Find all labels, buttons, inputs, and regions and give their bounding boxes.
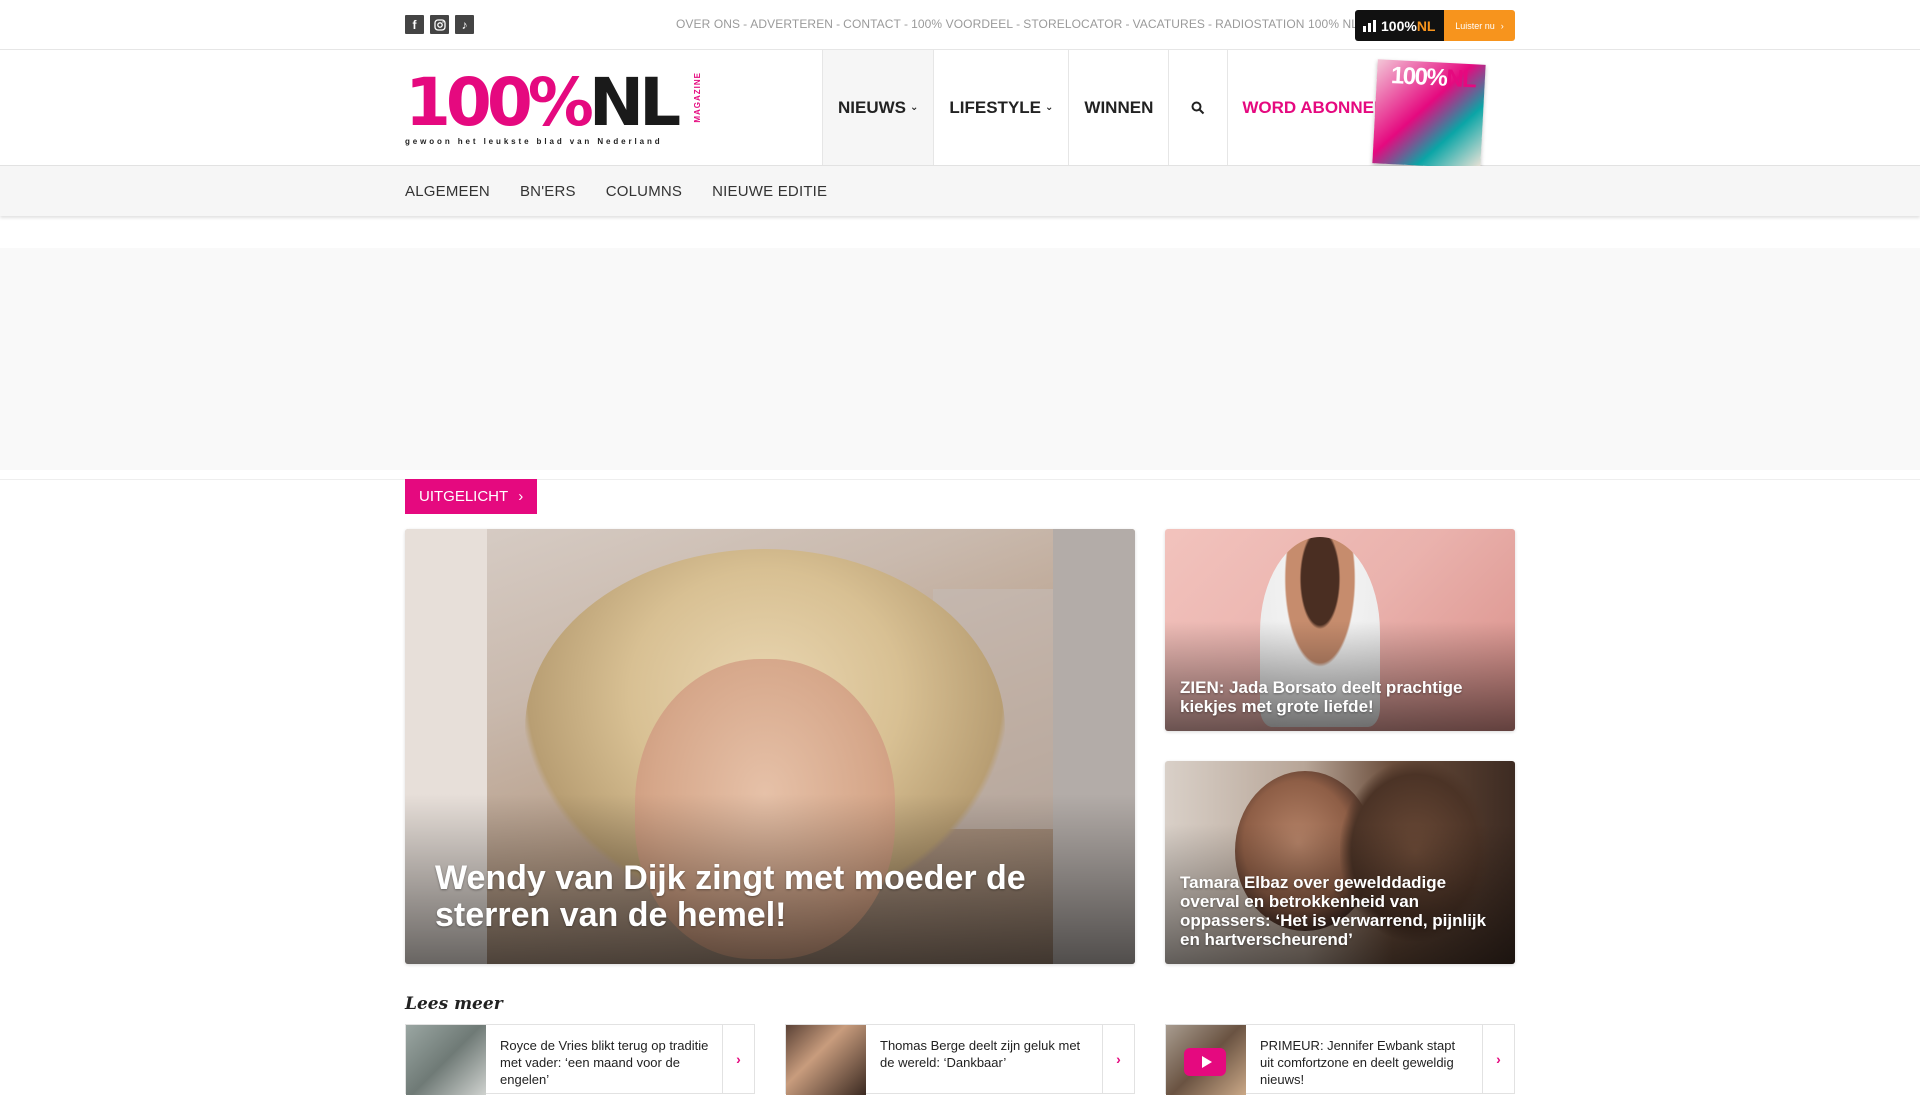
subnav-item-nieuwe-editie[interactable]: NIEUWE EDITIE — [712, 183, 827, 200]
top-link-vacatures[interactable]: VACATURES — [1133, 17, 1205, 31]
ad-banner-area — [0, 248, 1920, 470]
tiktok-icon[interactable]: ♪ — [455, 15, 474, 34]
uitgelicht-badge[interactable]: UITGELICHT › — [405, 479, 538, 514]
featured-article-side[interactable]: Tamara Elbaz over gewelddadige overval e… — [1165, 761, 1515, 964]
instagram-glyph — [433, 18, 446, 31]
top-links: OVER ONS - ADVERTEREN - CONTACT -100% VOORDEE… — [676, 17, 1358, 31]
top-bar: f ♪ OVER ONS - ADVERTEREN - CONTACT -100% VOO… — [0, 0, 1920, 50]
social-links: f ♪ — [405, 15, 474, 34]
cover-title: 100%NL — [1390, 61, 1476, 94]
section-divider — [0, 479, 1920, 480]
separator: - — [743, 17, 748, 31]
article-thumbnail — [786, 1025, 866, 1095]
magazine-cover[interactable]: 100%NL — [1372, 59, 1486, 169]
article-title: Royce de Vries blikt terug op traditie m… — [500, 1038, 709, 1087]
logo-tagline: gewoon het leukste blad van Nederland — [405, 137, 663, 146]
top-link-voordeel[interactable]: 100% VOORDEEL — [911, 17, 1013, 31]
radio-cta: Luister nu › — [1444, 10, 1515, 41]
search-icon — [1191, 101, 1205, 114]
nav-item-lifestyle[interactable]: LIFESTYLE ⌄ — [933, 50, 1068, 165]
chevron-down-icon: ⌄ — [1045, 102, 1054, 113]
separator: - — [1125, 17, 1130, 31]
logo-wordmark: 100%NL — [405, 64, 681, 141]
site-logo[interactable]: 100%NL MAGAZINE gewoon het leukste blad … — [405, 70, 705, 150]
article-title: PRIMEUR: Jennifer Ewbank stapt uit comfo… — [1260, 1038, 1456, 1087]
separator: - — [1016, 17, 1021, 31]
featured-article-side[interactable]: ZIEN: Jada Borsato deelt prachtige kiekj… — [1165, 529, 1515, 731]
radio-bars-icon — [1363, 19, 1376, 32]
article-title: Tamara Elbaz over gewelddadige overval e… — [1180, 873, 1487, 949]
article-title: ZIEN: Jada Borsato deelt prachtige kiekj… — [1180, 678, 1463, 716]
article-title: Wendy van Dijk zingt met moeder de sterr… — [435, 859, 1026, 934]
instagram-icon[interactable] — [430, 15, 449, 34]
chevron-right-icon: › — [1102, 1025, 1134, 1093]
play-icon — [1184, 1048, 1226, 1076]
nav-item-nieuws[interactable]: NIEUWS ⌄ — [822, 50, 934, 165]
list-item[interactable]: Royce de Vries blikt terug op traditie m… — [405, 1024, 755, 1095]
search-button[interactable] — [1168, 50, 1227, 165]
article-title: Thomas Berge deelt zijn geluk met de wer… — [880, 1038, 1081, 1070]
radio-logo: 100%NL — [1355, 10, 1444, 41]
lees-meer-heading: Lees meer — [405, 994, 503, 1014]
radio-listen-button[interactable]: 100%NL Luister nu › — [1355, 10, 1515, 41]
subnav-item-bners[interactable]: BN'ERS — [520, 183, 576, 200]
nav-item-winnen[interactable]: WINNEN — [1068, 50, 1168, 165]
list-item[interactable]: Thomas Berge deelt zijn geluk met de wer… — [785, 1024, 1135, 1095]
chevron-right-icon: › — [722, 1025, 754, 1093]
chevron-down-icon: ⌄ — [910, 102, 919, 113]
separator: - — [1208, 17, 1213, 31]
radio-logo-text: 100%NL — [1381, 17, 1436, 34]
top-link-radiostation[interactable]: RADIOSTATION 100% NL — [1215, 17, 1358, 31]
subnav-item-algemeen[interactable]: ALGEMEEN — [405, 183, 490, 200]
sub-nav: ALGEMEEN BN'ERS COLUMNS NIEUWE EDITIE — [0, 166, 1920, 216]
top-link-storelocator[interactable]: STORELOCATOR — [1023, 17, 1122, 31]
main-header: 100%NL MAGAZINE gewoon het leukste blad … — [0, 50, 1920, 169]
chevron-right-icon: › — [518, 488, 524, 505]
separator: - — [903, 17, 909, 31]
chevron-right-icon: › — [1500, 20, 1504, 31]
subnav-item-columns[interactable]: COLUMNS — [606, 183, 682, 200]
top-link-adverteren[interactable]: ADVERTEREN — [750, 17, 833, 31]
separator: - — [836, 17, 841, 31]
logo-magazine-label: MAGAZINE — [693, 72, 702, 123]
article-thumbnail — [1166, 1025, 1246, 1095]
article-thumbnail — [406, 1025, 486, 1095]
chevron-right-icon: › — [1482, 1025, 1514, 1093]
featured-article-main[interactable]: Wendy van Dijk zingt met moeder de sterr… — [405, 529, 1135, 964]
top-link-contact[interactable]: CONTACT — [843, 17, 901, 31]
facebook-icon[interactable]: f — [405, 15, 424, 34]
top-link-over-ons[interactable]: OVER ONS — [676, 17, 740, 31]
list-item[interactable]: PRIMEUR: Jennifer Ewbank stapt uit comfo… — [1165, 1024, 1515, 1095]
